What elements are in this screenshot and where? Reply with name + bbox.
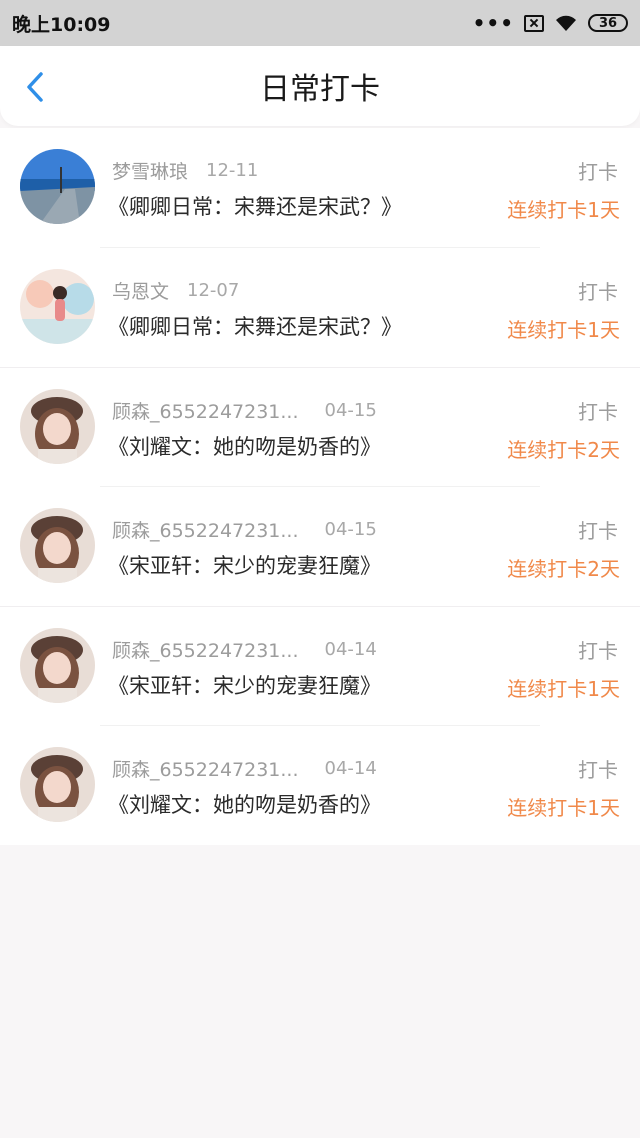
avatar[interactable] xyxy=(20,268,95,344)
checkin-meta: 顾森_6552247231... 04-15 xyxy=(112,397,377,424)
avatar-image xyxy=(20,628,95,703)
streak-label: 连续打卡1天 xyxy=(507,795,620,820)
checkin-date: 04-14 xyxy=(324,639,377,660)
streak-label: 连续打卡2天 xyxy=(507,438,620,462)
checkin-date: 12-11 xyxy=(206,160,259,181)
avatar-image xyxy=(20,389,95,464)
checkin-date: 04-14 xyxy=(324,757,377,779)
wifi-icon xyxy=(556,15,576,31)
streak-label: 连续打卡1天 xyxy=(507,198,620,222)
avatar-image xyxy=(20,507,95,583)
avatar-image xyxy=(20,149,95,224)
checkin-action: 打卡 xyxy=(578,639,618,663)
checkin-meta: 顾森_6552247231... 04-14 xyxy=(112,636,377,663)
checkin-action: 打卡 xyxy=(578,160,618,184)
user-name[interactable]: 顾森_6552247231... xyxy=(112,397,299,424)
app-header: 日常打卡 xyxy=(0,46,640,126)
status-bar: 晚上10:09 ••• 36 xyxy=(0,0,640,46)
avatar[interactable] xyxy=(20,389,95,464)
checkin-meta: 顾森_6552247231... 04-14 xyxy=(112,755,377,782)
list-item[interactable]: 顾森_6552247231... 04-15 《刘耀文：她的吻是奶香的》 打卡 … xyxy=(0,367,640,487)
page-title: 日常打卡 xyxy=(260,72,380,107)
checkin-meta: 顾森_6552247231... 04-15 xyxy=(112,516,377,543)
book-title[interactable]: 《卿卿日常：宋舞还是宋武？》 xyxy=(108,311,402,341)
chevron-left-icon xyxy=(27,72,43,102)
user-name[interactable]: 顾森_6552247231... xyxy=(112,516,299,543)
status-icons: ••• 36 xyxy=(473,13,628,33)
list-item[interactable]: 顾森_6552247231... 04-15 《宋亚轩：宋少的宠妻狂魔》 打卡 … xyxy=(0,486,640,606)
book-title[interactable]: 《刘耀文：她的吻是奶香的》 xyxy=(108,431,381,461)
user-name[interactable]: 顾森_6552247231... xyxy=(112,755,299,782)
checkin-list: 梦雪琳琅 12-11 《卿卿日常：宋舞还是宋武？》 打卡 连续打卡1天 乌恩文 … xyxy=(0,128,640,845)
list-item[interactable]: 顾森_6552247231... 04-14 《刘耀文：她的吻是奶香的》 打卡 … xyxy=(0,725,640,845)
avatar-image xyxy=(20,746,95,822)
avatar[interactable] xyxy=(20,507,95,583)
back-button[interactable] xyxy=(20,72,50,102)
checkin-meta: 乌恩文 12-07 xyxy=(112,277,239,304)
user-name[interactable]: 乌恩文 xyxy=(112,277,169,304)
avatar[interactable] xyxy=(20,628,95,703)
streak-label: 连续打卡1天 xyxy=(507,677,620,701)
list-item[interactable]: 乌恩文 12-07 《卿卿日常：宋舞还是宋武？》 打卡 连续打卡1天 xyxy=(0,247,640,367)
checkin-action: 打卡 xyxy=(578,518,618,543)
battery-icon: 36 xyxy=(588,14,628,32)
list-item[interactable]: 梦雪琳琅 12-11 《卿卿日常：宋舞还是宋武？》 打卡 连续打卡1天 xyxy=(0,128,640,248)
more-dots-icon: ••• xyxy=(472,11,514,35)
book-title[interactable]: 《卿卿日常：宋舞还是宋武？》 xyxy=(108,191,402,221)
avatar[interactable] xyxy=(20,149,95,224)
book-title[interactable]: 《宋亚轩：宋少的宠妻狂魔》 xyxy=(108,670,381,700)
status-time: 晚上10:09 xyxy=(12,13,111,36)
checkin-date: 04-15 xyxy=(324,518,377,540)
user-name[interactable]: 梦雪琳琅 xyxy=(112,157,188,184)
avatar-image xyxy=(20,268,95,344)
checkin-action: 打卡 xyxy=(578,757,618,782)
streak-label: 连续打卡1天 xyxy=(507,317,620,342)
no-sim-icon xyxy=(524,14,544,32)
avatar[interactable] xyxy=(20,746,95,822)
checkin-date: 12-07 xyxy=(187,279,240,301)
checkin-date: 04-15 xyxy=(324,400,377,421)
checkin-meta: 梦雪琳琅 12-11 xyxy=(112,157,258,184)
list-item[interactable]: 顾森_6552247231... 04-14 《宋亚轩：宋少的宠妻狂魔》 打卡 … xyxy=(0,606,640,726)
user-name[interactable]: 顾森_6552247231... xyxy=(112,636,299,663)
streak-label: 连续打卡2天 xyxy=(507,556,620,581)
checkin-action: 打卡 xyxy=(578,400,618,424)
book-title[interactable]: 《刘耀文：她的吻是奶香的》 xyxy=(108,789,381,819)
book-title[interactable]: 《宋亚轩：宋少的宠妻狂魔》 xyxy=(108,550,381,580)
checkin-action: 打卡 xyxy=(578,279,618,304)
